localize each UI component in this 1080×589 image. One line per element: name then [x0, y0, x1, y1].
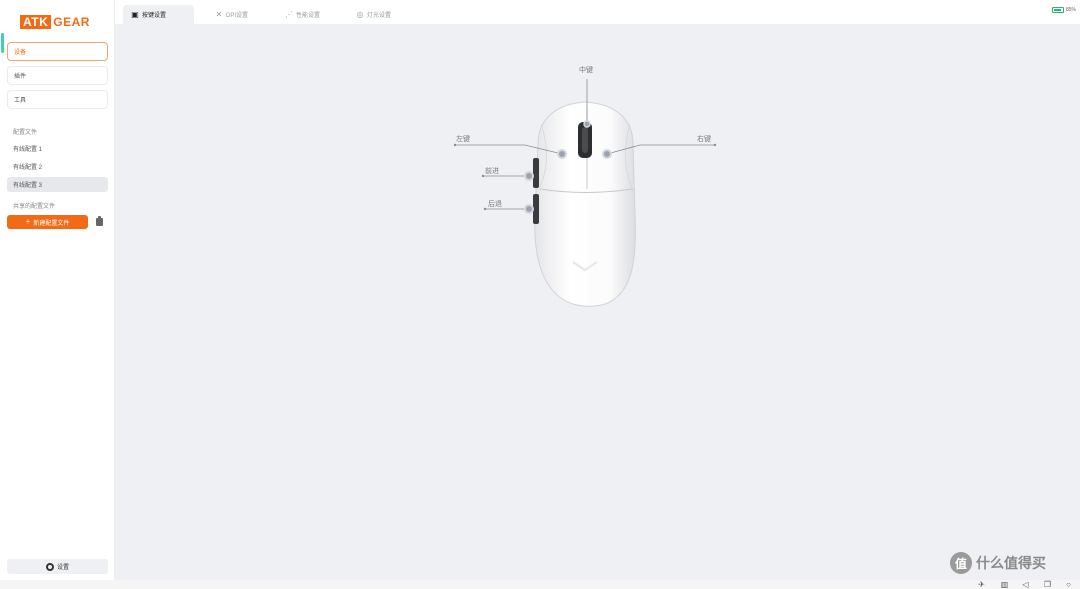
- profile-item-1[interactable]: 有线配置 1: [7, 141, 108, 156]
- profile-item-3[interactable]: 有线配置 3: [7, 177, 108, 192]
- light-icon: ◎: [356, 9, 364, 19]
- active-indicator: [1, 33, 4, 53]
- callout-end-dot: [713, 143, 717, 147]
- logo-box: ATK: [20, 15, 52, 29]
- sidebar-item-device[interactable]: 设备: [7, 42, 108, 61]
- scroll-wheel-highlight: [582, 127, 588, 153]
- watermark-logo: 值: [950, 552, 972, 574]
- middle-button-label[interactable]: 中键: [579, 65, 593, 75]
- back-button-hotspot[interactable]: [524, 204, 534, 214]
- plus-icon: +: [25, 217, 31, 226]
- window-icon[interactable]: ❐: [1043, 580, 1052, 589]
- tab-bar: ▣ 按键设置 ✕ DPI设置 ⋰ 性能设置 ◎ 灯光设置 85%: [115, 0, 1080, 24]
- rocket-icon[interactable]: ✈: [977, 580, 986, 589]
- battery-fill: [1053, 9, 1061, 11]
- taskbar: [0, 580, 1080, 589]
- middle-button-hotspot[interactable]: [583, 120, 591, 128]
- watermark: 值 什么值得买: [950, 552, 1046, 574]
- profile-label: 有线配置 2: [13, 165, 43, 171]
- volume-icon[interactable]: ◁: [1021, 580, 1030, 589]
- shared-profiles-label: 共享的配置文件: [13, 204, 56, 210]
- forward-button-label[interactable]: 前进: [485, 166, 499, 176]
- tab-label: DPI设置: [226, 13, 249, 19]
- profile-label: 有线配置 1: [13, 147, 43, 153]
- settings-button[interactable]: 设置: [7, 559, 108, 574]
- forward-button-hotspot[interactable]: [524, 171, 534, 181]
- trash-icon[interactable]: ▥: [1000, 580, 1009, 589]
- battery-text: 85%: [1065, 7, 1076, 13]
- tab-label: 性能设置: [296, 13, 321, 19]
- tab-label: 按键设置: [142, 13, 167, 19]
- atk-gear-logo: ATK GEAR: [20, 15, 90, 29]
- left-button-label[interactable]: 左键: [456, 134, 470, 144]
- sidebar: ATK GEAR 设备 插件 工具 配置文件 有线配置 1 有线配置 2 有线配…: [0, 0, 115, 580]
- sidebar-item-plugins[interactable]: 插件: [7, 66, 108, 85]
- new-profile-button[interactable]: + 新建配置文件: [7, 215, 88, 229]
- key-settings-panel: 中键 左键 右键 前进 后退: [115, 24, 1080, 580]
- profiles-section-label: 配置文件: [13, 130, 38, 136]
- key-settings-icon: ▣: [131, 9, 139, 19]
- sidebar-item-label: 工具: [14, 98, 27, 104]
- back-button-label[interactable]: 后退: [488, 199, 502, 209]
- settings-label: 设置: [56, 565, 69, 571]
- callout-end-dot: [481, 174, 485, 178]
- tab-dpi[interactable]: ✕ DPI设置: [207, 5, 256, 24]
- mouse-diagram: [453, 79, 717, 307]
- tab-performance[interactable]: ⋰ 性能设置: [277, 5, 328, 24]
- dpi-icon: ✕: [215, 9, 223, 19]
- search-icon[interactable]: ○: [1064, 580, 1073, 589]
- profile-item-2[interactable]: 有线配置 2: [7, 159, 108, 174]
- battery-indicator: 85%: [1051, 7, 1076, 13]
- right-button-label[interactable]: 右键: [697, 134, 711, 144]
- gear-icon: [45, 562, 54, 571]
- performance-icon: ⋰: [285, 9, 293, 19]
- left-button-hotspot[interactable]: [557, 149, 567, 159]
- right-button-hotspot[interactable]: [602, 149, 612, 159]
- logo-text: GEAR: [53, 15, 90, 29]
- watermark-text: 什么值得买: [976, 555, 1046, 571]
- side-button-forward[interactable]: [533, 158, 539, 188]
- callout-end-dot: [453, 143, 457, 147]
- sidebar-item-label: 插件: [14, 74, 27, 80]
- clipboard-icon[interactable]: [96, 216, 103, 226]
- tab-label: 灯光设置: [367, 13, 392, 19]
- sidebar-item-label: 设备: [14, 50, 27, 56]
- tab-lighting[interactable]: ◎ 灯光设置: [348, 5, 399, 24]
- sidebar-item-tools[interactable]: 工具: [7, 90, 108, 109]
- callout-end-dot: [483, 207, 487, 211]
- battery-icon: [1051, 7, 1064, 13]
- tab-key-settings[interactable]: ▣ 按键设置: [123, 5, 194, 24]
- new-profile-label: 新建配置文件: [33, 220, 70, 227]
- profile-label: 有线配置 3: [13, 183, 43, 189]
